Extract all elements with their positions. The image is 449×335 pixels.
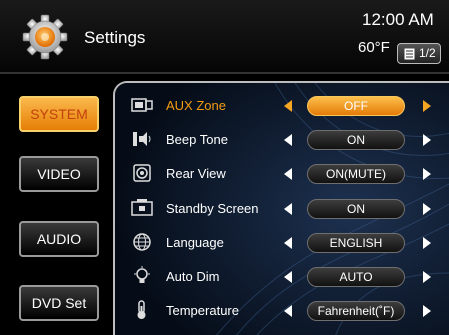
temperature-icon: [137, 300, 146, 319]
decrease-arrow-button[interactable]: [284, 168, 292, 180]
outside-temperature: 60°F: [358, 39, 390, 56]
page-indicator-button[interactable]: 1/2: [397, 43, 441, 64]
increase-arrow-button[interactable]: [423, 271, 431, 283]
decrease-arrow-button[interactable]: [284, 203, 292, 215]
beep-tone-icon: [133, 132, 151, 146]
setting-value-button[interactable]: ON: [307, 130, 405, 150]
rear-view-icon: [133, 164, 151, 182]
setting-value-button[interactable]: OFF: [307, 96, 405, 116]
increase-arrow-button[interactable]: [423, 305, 431, 317]
increase-arrow-button[interactable]: [423, 168, 431, 180]
auto-dim-icon: [134, 266, 150, 283]
increase-arrow-button[interactable]: [423, 237, 431, 249]
setting-value-button[interactable]: Fahrenheit(˚F): [307, 301, 405, 321]
setting-label: Rear View: [166, 166, 226, 181]
nav-audio-button[interactable]: AUDIO: [19, 221, 99, 257]
decrease-arrow-button[interactable]: [284, 271, 292, 283]
standby-screen-icon: [131, 199, 153, 216]
aux-zone-icon: [131, 98, 153, 112]
decrease-arrow-button[interactable]: [284, 134, 292, 146]
setting-label: Standby Screen: [166, 201, 259, 216]
language-icon: [133, 233, 151, 251]
page-indicator-label: 1/2: [419, 46, 436, 60]
setting-label: Beep Tone: [166, 132, 228, 147]
setting-label: AUX Zone: [166, 98, 226, 113]
setting-row-standby-screen: Standby Screen ON: [115, 192, 449, 226]
increase-arrow-button[interactable]: [423, 134, 431, 146]
setting-label: Temperature: [166, 303, 239, 318]
increase-arrow-button[interactable]: [423, 100, 431, 112]
setting-row-beep-tone: Beep Tone ON: [115, 123, 449, 157]
increase-arrow-button[interactable]: [423, 203, 431, 215]
settings-panel: AUX Zone OFF Beep Tone ON Rear View ON(M…: [113, 81, 449, 335]
decrease-arrow-button[interactable]: [284, 237, 292, 249]
setting-label: Language: [166, 235, 224, 250]
decrease-arrow-button[interactable]: [284, 100, 292, 112]
setting-value-button[interactable]: ON(MUTE): [307, 164, 405, 184]
nav-dvd-set-button[interactable]: DVD Set: [19, 285, 99, 321]
setting-row-aux-zone: AUX Zone OFF: [115, 89, 449, 123]
page-title: Settings: [84, 28, 146, 47]
setting-row-temperature: Temperature Fahrenheit(˚F): [115, 294, 449, 328]
nav-system-button[interactable]: SYSTEM: [19, 96, 99, 132]
pages-icon: [404, 48, 415, 60]
settings-screen: Settings 12:00 AM 60°F 1/2 SYSTEM VIDEO …: [0, 0, 449, 335]
setting-row-language: Language ENGLISH: [115, 226, 449, 260]
setting-row-auto-dim: Auto Dim AUTO: [115, 260, 449, 294]
setting-value-button[interactable]: ENGLISH: [307, 233, 405, 253]
decrease-arrow-button[interactable]: [284, 305, 292, 317]
setting-value-button[interactable]: AUTO: [307, 267, 405, 287]
clock-display: 12:00 AM: [362, 10, 434, 29]
header-divider: [0, 72, 449, 74]
setting-row-rear-view: Rear View ON(MUTE): [115, 157, 449, 191]
header-bar: Settings 12:00 AM 60°F 1/2: [0, 0, 449, 72]
nav-video-button[interactable]: VIDEO: [19, 156, 99, 192]
setting-label: Auto Dim: [166, 269, 220, 284]
settings-gear-icon: [22, 14, 68, 60]
setting-value-button[interactable]: ON: [307, 199, 405, 219]
